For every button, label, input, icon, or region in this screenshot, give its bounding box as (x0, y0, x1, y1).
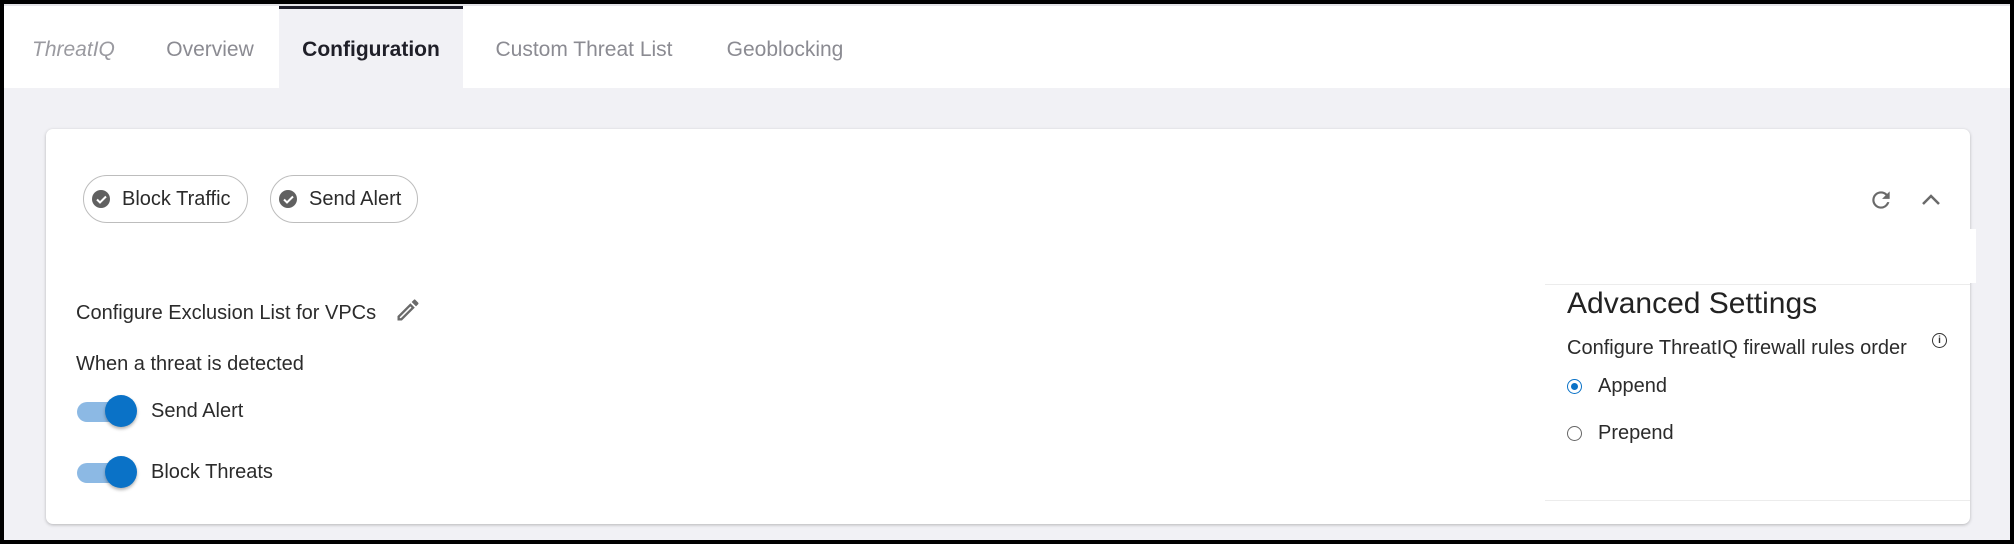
radio-button-checked[interactable] (1567, 379, 1582, 394)
pencil-icon[interactable] (394, 296, 422, 329)
refresh-icon[interactable] (1866, 185, 1896, 215)
chip-label: Send Alert (309, 187, 402, 210)
tab-configuration[interactable]: Configuration (279, 6, 463, 91)
advanced-settings-title: Advanced Settings (1567, 287, 1818, 320)
brand-label: ThreatIQ (32, 38, 115, 61)
radio-append[interactable]: Append (1567, 375, 1667, 398)
check-circle-icon (92, 190, 110, 208)
send-alert-toggle-label: Send Alert (151, 400, 244, 422)
exclusion-list-label: Configure Exclusion List for VPCs (76, 302, 377, 324)
radio-prepend[interactable]: Prepend (1567, 422, 1674, 445)
send-alert-toggle[interactable] (77, 394, 137, 428)
check-circle-icon (279, 190, 297, 208)
chip-block-traffic[interactable]: Block Traffic (83, 175, 248, 223)
chevron-up-icon[interactable] (1916, 185, 1946, 215)
block-threats-toggle-label: Block Threats (151, 461, 273, 483)
radio-label: Append (1598, 375, 1667, 397)
tab-overview[interactable]: Overview (156, 6, 264, 88)
toggle-thumb (105, 456, 137, 488)
chip-label: Block Traffic (122, 187, 231, 210)
chip-send-alert[interactable]: Send Alert (270, 175, 419, 223)
configuration-card: Block Traffic Send Alert Configure Exclu… (46, 129, 1976, 524)
firewall-order-label: Configure ThreatIQ firewall rules order (1567, 337, 1907, 359)
block-threats-toggle[interactable] (77, 455, 137, 489)
advanced-settings-panel: Advanced Settings Configure ThreatIQ fir… (1545, 284, 1970, 501)
threat-detected-label: When a threat is detected (76, 353, 304, 375)
app-frame: ThreatIQ Overview Configuration Custom T… (4, 4, 2010, 540)
toggle-thumb (105, 395, 137, 427)
info-icon[interactable]: i (1932, 333, 1947, 348)
tab-geoblocking[interactable]: Geoblocking (710, 6, 860, 88)
radio-button[interactable] (1567, 426, 1582, 441)
tab-custom-threat-list[interactable]: Custom Threat List (484, 6, 684, 88)
tab-bar: ThreatIQ Overview Configuration Custom T… (4, 4, 2010, 91)
radio-label: Prepend (1598, 422, 1674, 444)
panel-spacer (1545, 229, 1976, 283)
